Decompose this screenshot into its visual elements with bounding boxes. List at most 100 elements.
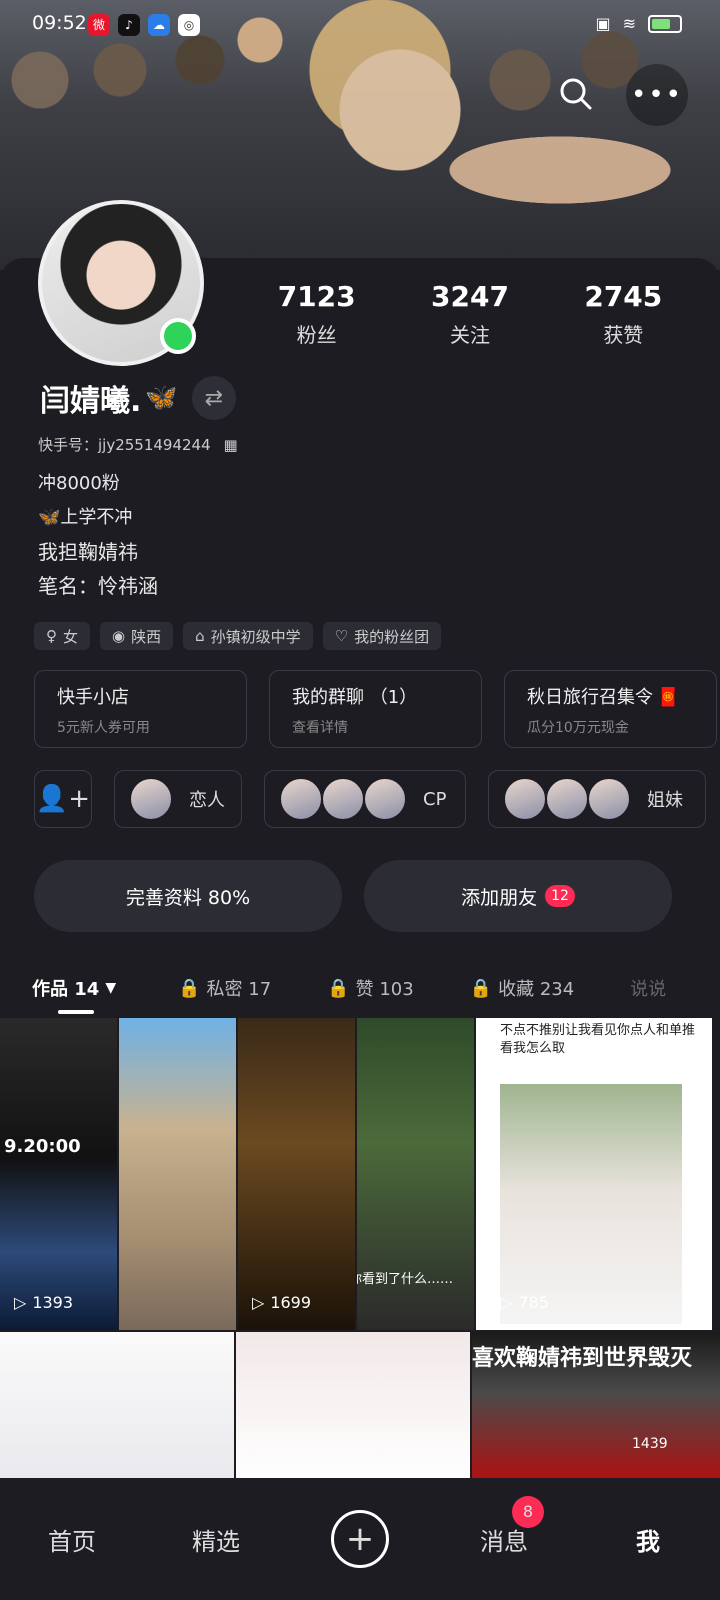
tag-gender[interactable]: ♀ 女 [34,622,91,650]
add-relation-button[interactable]: 👤+ [34,770,92,828]
status-app-icons: 微 ♪ ☁ ◎ [88,14,200,36]
video-tile[interactable] [119,1018,236,1330]
tag-school[interactable]: ⌂ 孙镇初级中学 [183,622,313,650]
relation-lover[interactable]: 恋人 [114,770,242,828]
play-count: ▷ 785 [500,1293,549,1312]
video-tile[interactable]: 喜欢鞠婧祎到世界毁灭 1439 [472,1332,720,1482]
tag-location[interactable]: ◉ 陕西 [100,622,174,650]
play-icon: ▷ [14,1293,27,1312]
message-badge: 8 [512,1495,544,1528]
tab-collection[interactable]: 🔒 收藏 234 [470,975,575,1001]
works-grid: 9.20:00 ▷1393 ▷1699 眯着眼，你看到了什么…… 不点不推别让我… [0,1018,720,1330]
chevron-down-icon: ▼ [105,980,117,996]
card-subtitle: 瓜分10万元现金 [527,720,629,736]
lock-icon: 🔒 [327,977,350,999]
play-count: ▷ 1699 [252,1293,312,1312]
card-title: 我的群聊 （1） [292,687,418,708]
avatar [279,777,323,821]
relation-cp[interactable]: CP [264,770,466,828]
content-tabs: 作品 14 ▼ 🔒 私密 17 🔒 赞 103 🔒 收藏 234 说说 [0,962,720,1014]
relation-label: CP [423,788,447,810]
avatar [503,777,547,821]
weibo-icon: 微 [88,14,110,36]
tile-text: 喜欢鞠婧祎到世界毁灭 [472,1346,693,1371]
tab-works[interactable]: 作品 14 ▼ [32,975,116,1001]
avatar [587,777,631,821]
qrcode-icon[interactable]: ▦ [223,436,237,454]
tab-moments[interactable]: 说说 [630,975,666,1001]
weather-icon: ☁ [148,14,170,36]
butterfly-icon: 🦋 [145,383,178,413]
video-tile[interactable]: 眯着眼，你看到了什么…… [357,1018,474,1330]
search-icon [560,78,592,110]
browser-icon: ◎ [178,14,200,36]
shop-card[interactable]: 快手小店 5元新人券可用 [34,670,247,748]
card-subtitle: 查看详情 [292,720,348,736]
button-label: 完善资料 80% [125,886,251,909]
tile-caption: 不点不推别让我看见你点人和单推看我怎么取 [500,1023,696,1056]
video-tile[interactable]: ▷ 1699 [238,1018,355,1330]
stat-label: 获赞 [603,323,644,347]
stat-value: 7123 [277,280,356,313]
relation-label: 姐妹 [647,790,683,811]
play-count: ▷ 1393 [14,1293,74,1312]
card-subtitle: 5元新人券可用 [57,720,150,736]
tiktok-icon: ♪ [118,14,140,36]
tag-fan-club[interactable]: ♡ 我的粉丝团 [322,622,442,650]
relation-sisters[interactable]: 姐妹 [488,770,706,828]
switch-account-button[interactable]: ⇄ [191,376,236,420]
video-tile[interactable] [236,1332,470,1482]
nav-home[interactable]: 首页 [0,1522,144,1557]
tab-liked[interactable]: 🔒 赞 103 [327,975,414,1001]
feature-cards: 快手小店 5元新人券可用 我的群聊 （1） 查看详情 秋日旅行召集令 🧧 瓜分10… [34,670,717,748]
more-button[interactable]: ••• [626,64,688,126]
stat-value: 2745 [584,280,663,313]
gender-icon: ♀ [46,627,57,645]
status-bar: 09:52 微 ♪ ☁ ◎ ▣ ≋ [0,0,720,52]
kuaishou-id-text: 快手号：jjy2551494244 [38,436,211,454]
video-tile[interactable]: 9.20:00 ▷ 1393 [0,1018,117,1330]
nav-messages[interactable]: 消息 8 [432,1495,576,1557]
stat-value: 3247 [431,280,509,313]
battery-icon [648,14,682,33]
stat-label: 粉丝 [296,323,337,347]
profile-actions: 完善资料 80% 添加朋友 12 [34,860,672,932]
avatar [321,777,365,821]
stat-followers[interactable]: 7123 粉丝 [240,280,393,348]
nav-create[interactable]: + [288,1510,432,1568]
tab-private[interactable]: 🔒 私密 17 [178,975,271,1001]
red-envelope-icon: 🧧 [657,687,680,708]
add-friends-badge: 12 [545,885,575,907]
more-icon: ••• [630,80,683,110]
sim-icon: ▣ [595,14,611,33]
video-tile[interactable] [0,1332,234,1482]
bio: 冲8000粉 🦋上学不冲 我担鞠婧祎 笔名：怜祎涵 [38,470,158,606]
avatar [363,777,407,821]
group-chat-card[interactable]: 我的群聊 （1） 查看详情 [269,670,482,748]
avatar [129,777,173,821]
tile-photo [500,1084,682,1324]
lock-icon: 🔒 [178,977,201,999]
kuaishou-id[interactable]: 快手号：jjy2551494244 ▦ [38,434,238,455]
location-icon: ◉ [112,627,126,645]
stat-label: 关注 [449,323,490,347]
nav-me[interactable]: 我 [576,1522,720,1557]
bio-line: 我担鞠婧祎 [38,540,138,564]
stat-following[interactable]: 3247 关注 [393,280,546,348]
event-card[interactable]: 秋日旅行召集令 🧧 瓜分10万元现金 [504,670,717,748]
add-friends-button[interactable]: 添加朋友 12 [364,860,672,932]
name-row: 闫婧曦. 🦋 ⇄ [40,376,236,420]
wifi-icon: ≋ [622,14,636,33]
search-button[interactable] [548,66,604,122]
school-icon: ⌂ [195,627,205,645]
nav-featured[interactable]: 精选 [144,1522,288,1557]
avatar [545,777,589,821]
bottom-nav: 首页 精选 + 消息 8 我 [0,1478,720,1600]
stat-likes[interactable]: 2745 获赞 [547,280,700,348]
heart-icon: ♡ [334,627,349,645]
online-status-dot [160,318,196,354]
video-tile[interactable]: 不点不推别让我看见你点人和单推看我怎么取 ▷ 785 [476,1018,712,1330]
play-icon: ▷ [252,1293,265,1312]
complete-profile-button[interactable]: 完善资料 80% [34,860,342,932]
works-grid-row2: 喜欢鞠婧祎到世界毁灭 1439 [0,1332,720,1482]
